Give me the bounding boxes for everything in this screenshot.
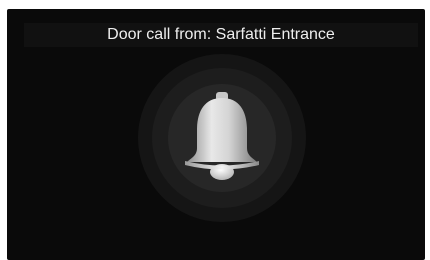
bell-icon [185,92,259,180]
call-title: Door call from: Sarfatti Entrance [24,23,418,47]
door-call-screen: Door call from: Sarfatti Entrance [7,9,425,260]
bell-indicator[interactable] [138,54,306,222]
